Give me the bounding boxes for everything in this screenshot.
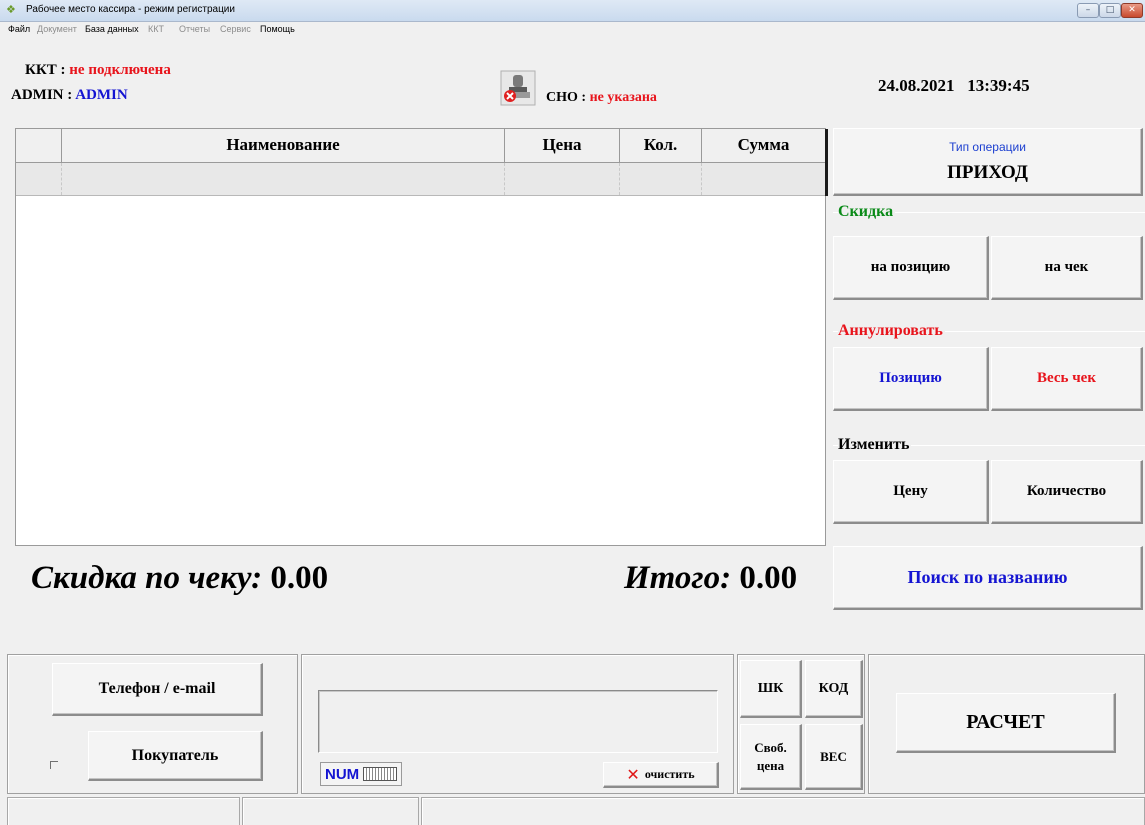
kkt-status: ККТ : не подключена <box>25 62 171 79</box>
operation-caption: Тип операции <box>949 139 1026 154</box>
num-label: NUM <box>325 765 360 783</box>
menu-help[interactable]: Помощь <box>260 24 295 34</box>
date: 24.08.2021 <box>878 76 955 95</box>
cancel-item-button[interactable]: Позицию <box>833 347 989 411</box>
menu-file[interactable]: Файл <box>8 24 30 34</box>
column-header-qty[interactable]: Кол. <box>620 129 702 163</box>
sno-label: СНО : <box>546 90 587 105</box>
total-value: 0.00 <box>739 560 798 596</box>
change-price-button[interactable]: Цену <box>833 460 989 524</box>
pay-button[interactable]: РАСЧЕТ <box>896 693 1116 753</box>
keyboard-icon <box>363 767 398 781</box>
app-icon: ❖ <box>6 3 16 16</box>
buyer-checkbox[interactable] <box>50 761 58 769</box>
status-segment-2 <box>242 797 419 825</box>
change-group-label: Изменить <box>838 436 912 454</box>
discount-group-label: Скидка <box>838 203 896 221</box>
receipt-total: Итого: 0.00 <box>624 560 797 597</box>
menu-document[interactable]: Документ <box>37 24 77 34</box>
free-price-line1: Своб. <box>754 739 787 755</box>
total-label: Итого: <box>624 560 732 596</box>
user-label: ADMIN : <box>11 87 73 103</box>
sno-value: не указана <box>589 90 657 105</box>
menu-bar: Файл Документ База данных ККТ Отчеты Сер… <box>0 22 1145 37</box>
time: 13:39:45 <box>967 76 1030 95</box>
discount-label: Скидка по чеку: <box>31 560 263 596</box>
barcode-button[interactable]: ШК <box>740 660 802 718</box>
column-header-index[interactable] <box>16 129 62 163</box>
phone-email-button[interactable]: Телефон / e-mail <box>52 663 263 716</box>
status-segment-3 <box>421 797 1145 825</box>
num-keyboard-toggle[interactable]: NUM <box>320 762 403 786</box>
title-bar: ❖ Рабочее место кассира - режим регистра… <box>0 0 1145 22</box>
operation-type-button[interactable]: Тип операции ПРИХОД <box>833 128 1143 196</box>
close-button[interactable]: ✕ <box>1121 3 1143 18</box>
stamp-icon[interactable] <box>500 70 536 106</box>
datetime: 24.08.2021 13:39:45 <box>878 76 1030 96</box>
column-header-sum[interactable]: Сумма <box>702 129 825 163</box>
cell-price <box>505 163 620 195</box>
cancel-receipt-button[interactable]: Весь чек <box>991 347 1143 411</box>
clear-icon: ✕ <box>626 765 640 784</box>
table-row[interactable] <box>16 163 825 196</box>
discount-item-button[interactable]: на позицию <box>833 236 989 300</box>
change-quantity-button[interactable]: Количество <box>991 460 1143 524</box>
sno-info: СНО : не указана <box>546 90 657 106</box>
code-button[interactable]: КОД <box>805 660 863 718</box>
user-value: ADMIN <box>75 87 128 103</box>
minimize-button[interactable]: – <box>1077 3 1099 18</box>
clear-label: очистить <box>644 767 695 781</box>
free-price-button[interactable]: Своб. цена <box>740 724 802 790</box>
window-title: Рабочее место кассира - режим регистраци… <box>26 4 235 15</box>
kkt-label: ККТ : <box>25 62 66 78</box>
code-input[interactable] <box>318 690 718 753</box>
menu-reports[interactable]: Отчеты <box>179 24 210 34</box>
column-header-price[interactable]: Цена <box>505 129 620 163</box>
discount-receipt-button[interactable]: на чек <box>991 236 1143 300</box>
cell-index <box>16 163 62 195</box>
table-divider <box>825 129 828 196</box>
cell-qty <box>620 163 702 195</box>
table-header: Наименование Цена Кол. Сумма <box>16 129 825 163</box>
menu-service[interactable]: Сервис <box>220 24 251 34</box>
maximize-button[interactable]: □ <box>1099 3 1121 18</box>
discount-value: 0.00 <box>270 560 329 596</box>
operation-type: ПРИХОД <box>947 161 1028 183</box>
cell-name <box>62 163 505 195</box>
column-header-name[interactable]: Наименование <box>62 129 505 163</box>
status-segment-1 <box>7 797 240 825</box>
menu-database[interactable]: База данных <box>85 24 139 34</box>
search-by-name-button[interactable]: Поиск по названию <box>833 546 1143 610</box>
receipt-table[interactable]: Наименование Цена Кол. Сумма <box>15 128 828 546</box>
kkt-status-value: не подключена <box>69 62 171 78</box>
buyer-button[interactable]: Покупатель <box>88 731 263 781</box>
free-price-line2: цена <box>756 757 785 773</box>
cancel-group-label: Аннулировать <box>838 322 945 340</box>
receipt-discount: Скидка по чеку: 0.00 <box>31 560 328 597</box>
clear-button[interactable]: ✕ очистить <box>603 762 719 788</box>
cell-sum <box>702 163 825 195</box>
user-info: ADMIN : ADMIN <box>11 87 128 104</box>
weight-button[interactable]: ВЕС <box>805 724 863 790</box>
menu-kkt[interactable]: ККТ <box>148 24 164 34</box>
